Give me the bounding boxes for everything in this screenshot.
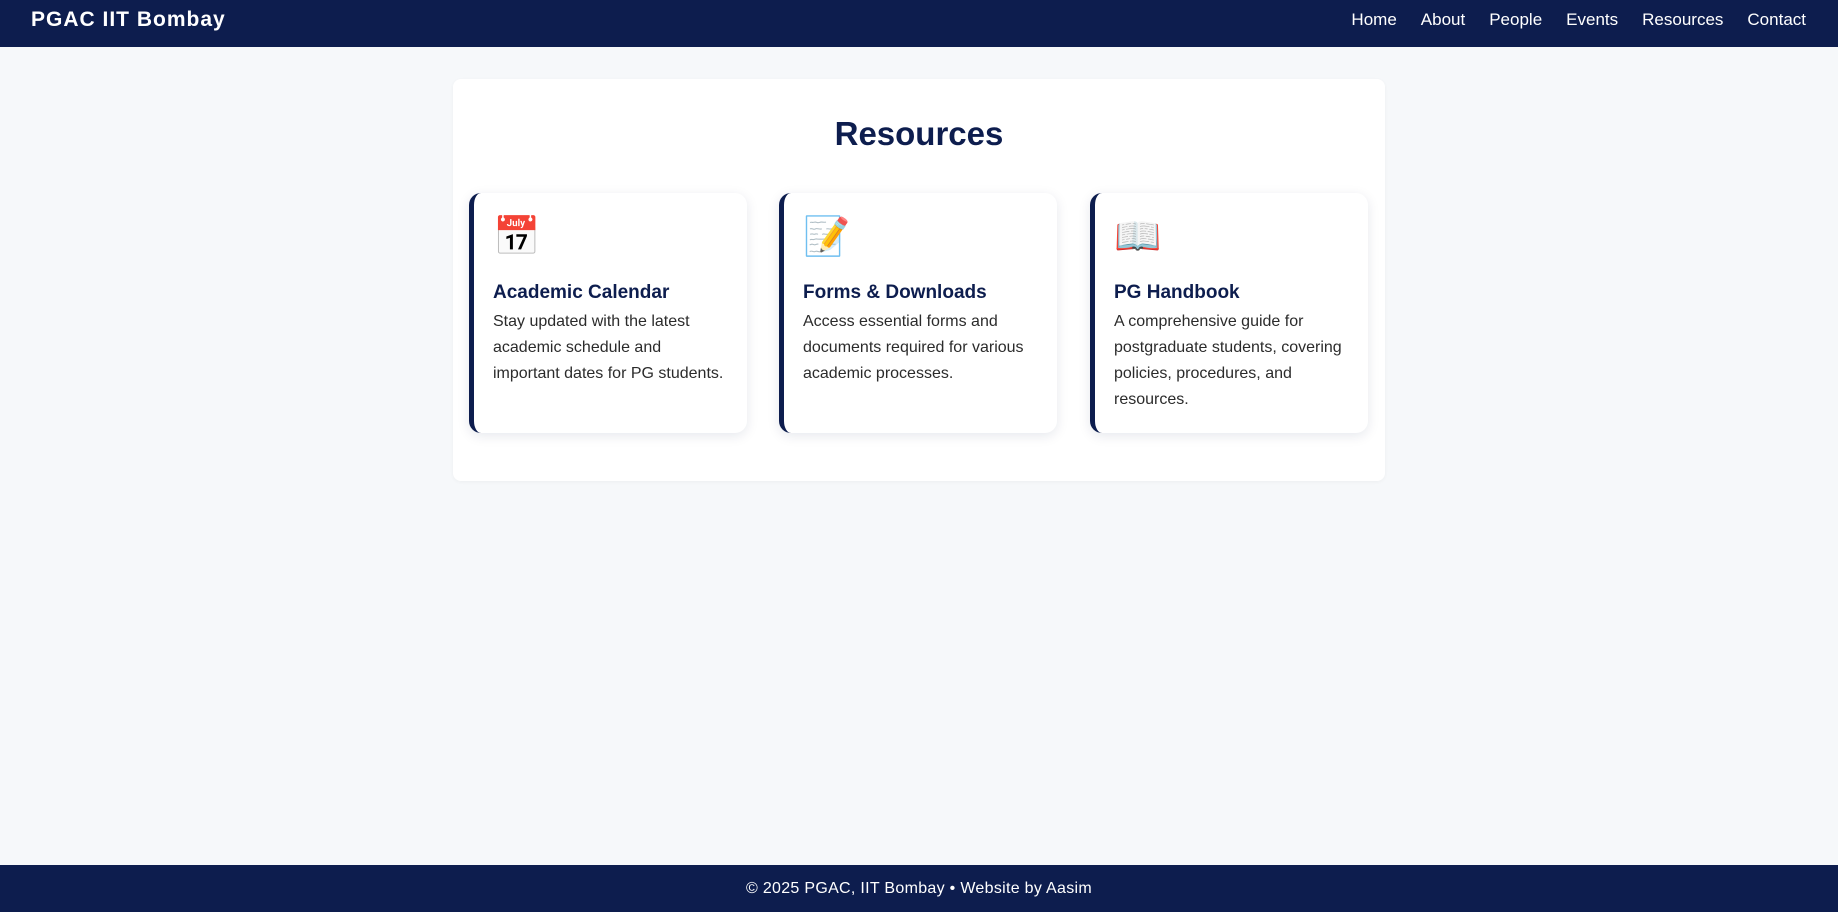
resource-card-academic-calendar[interactable]: 📅 Academic Calendar Stay updated with th… <box>469 193 747 433</box>
nav-link-contact[interactable]: Contact <box>1747 10 1806 30</box>
card-title: Forms & Downloads <box>803 282 987 303</box>
site-footer: © 2025 PGAC, IIT Bombay • Website by Aas… <box>0 865 1838 912</box>
book-icon: 📖 <box>1114 216 1162 258</box>
nav-link-about[interactable]: About <box>1421 10 1465 30</box>
card-title: Academic Calendar <box>493 282 670 303</box>
card-description: Access essential forms and documents req… <box>803 313 1024 382</box>
resource-cards: 📅 Academic Calendar Stay updated with th… <box>469 193 1369 433</box>
resource-card-forms-downloads[interactable]: 📝 Forms & Downloads Access essential for… <box>779 193 1057 433</box>
resources-panel: Resources 📅 Academic Calendar Stay updat… <box>453 79 1385 481</box>
main-nav: Home About People Events Resources Conta… <box>1327 10 1806 30</box>
nav-link-people[interactable]: People <box>1489 10 1542 30</box>
page-title: Resources <box>834 115 1004 152</box>
resource-card-pg-handbook[interactable]: 📖 PG Handbook A comprehensive guide for … <box>1090 193 1368 433</box>
nav-link-resources[interactable]: Resources <box>1642 10 1723 30</box>
card-title: PG Handbook <box>1114 282 1240 303</box>
nav-link-events[interactable]: Events <box>1566 10 1618 30</box>
top-navbar: PGAC IIT Bombay Home About People Events… <box>0 0 1838 47</box>
site-brand[interactable]: PGAC IIT Bombay <box>31 8 226 32</box>
card-description: A comprehensive guide for postgraduate s… <box>1114 313 1342 408</box>
calendar-icon: 📅 <box>493 216 541 258</box>
footer-text: © 2025 PGAC, IIT Bombay • Website by Aas… <box>746 879 1092 897</box>
memo-icon: 📝 <box>803 216 851 258</box>
card-description: Stay updated with the latest academic sc… <box>493 313 724 382</box>
nav-link-home[interactable]: Home <box>1351 10 1396 30</box>
